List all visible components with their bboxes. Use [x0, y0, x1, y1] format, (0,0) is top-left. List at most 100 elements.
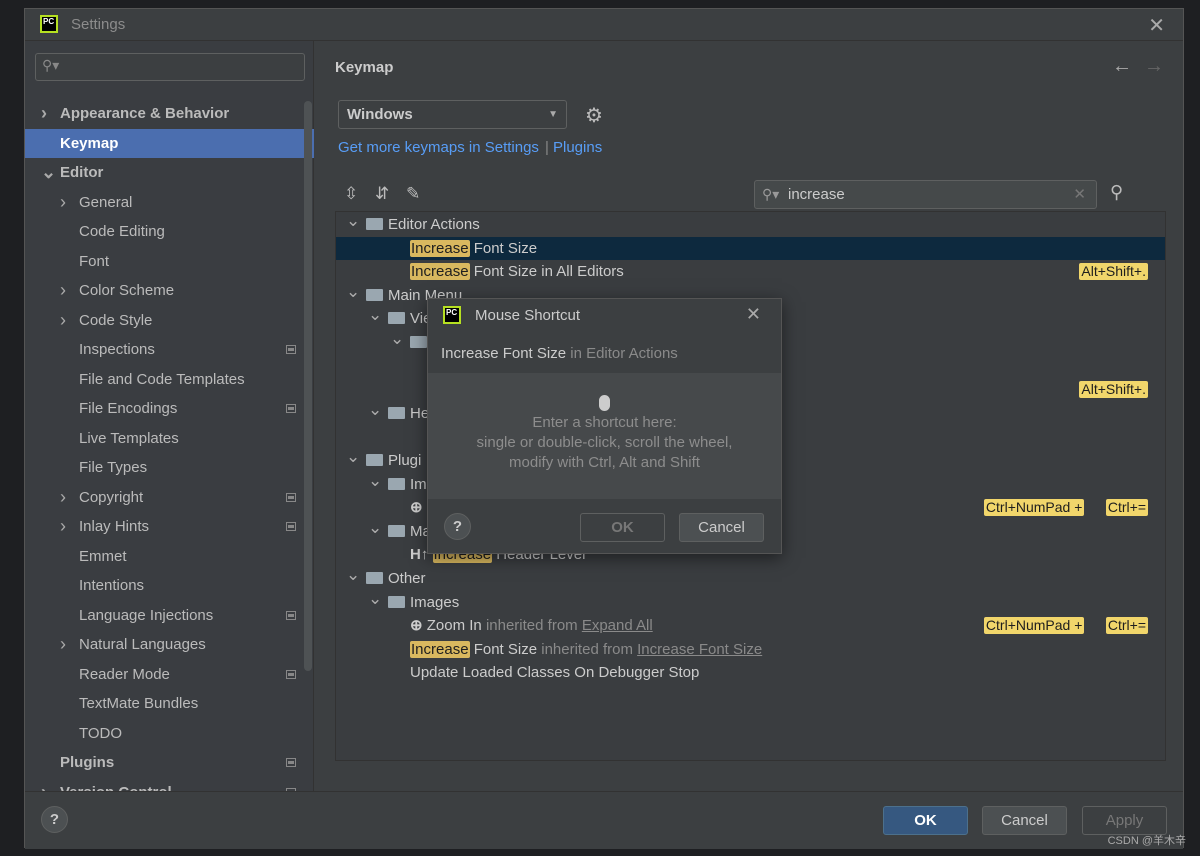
- action-label: Editor Actions: [388, 216, 480, 233]
- plugins-link[interactable]: Plugins: [553, 139, 602, 156]
- ok-button[interactable]: OK: [883, 806, 968, 835]
- sidebar-item[interactable]: ⌄ Editor: [25, 158, 314, 187]
- sidebar-item[interactable]: › Copyright: [25, 483, 314, 512]
- chevron-down-icon[interactable]: ⌄: [390, 327, 404, 351]
- sidebar-item[interactable]: › General: [25, 188, 314, 217]
- zoom-in-icon: ⊕: [410, 617, 427, 635]
- search-match-highlight: Increase: [410, 640, 470, 658]
- action-label: Font Size in All Editors: [469, 263, 624, 281]
- clear-icon[interactable]: ✕: [1073, 181, 1086, 208]
- tree-row[interactable]: ⌄ Other: [336, 565, 1165, 591]
- pycharm-logo-icon: PC: [443, 306, 461, 324]
- sidebar-item[interactable]: Font: [25, 247, 314, 276]
- tree-row[interactable]: ⊕ Zoom In inherited from Expand All Ctrl+…: [336, 614, 1165, 638]
- action-label: Plugi: [388, 452, 422, 469]
- sidebar-item[interactable]: › Color Scheme: [25, 276, 314, 305]
- inherited-action-link[interactable]: Increase Font Size: [637, 641, 762, 658]
- dialog-ok-button[interactable]: OK: [580, 513, 665, 542]
- keymap-value: Windows: [347, 106, 413, 123]
- chevron-right-icon[interactable]: ›: [60, 306, 66, 335]
- sidebar-item[interactable]: File Types: [25, 453, 314, 482]
- cancel-button[interactable]: Cancel: [982, 806, 1067, 835]
- chevron-right-icon[interactable]: ›: [41, 99, 47, 128]
- sidebar-item[interactable]: › Code Style: [25, 306, 314, 335]
- shortcut-capture-area[interactable]: Enter a shortcut here: single or double-…: [428, 373, 781, 499]
- inherited-action-link[interactable]: Expand All: [582, 617, 653, 634]
- dialog-cancel-button[interactable]: Cancel: [679, 513, 764, 542]
- tree-row[interactable]: ⌄ Editor Actions: [336, 212, 1165, 237]
- search-match-highlight: Increase: [410, 263, 470, 281]
- action-name: Increase Font Size: [441, 345, 567, 362]
- chevron-right-icon[interactable]: ›: [60, 188, 66, 217]
- sidebar-item[interactable]: TODO: [25, 719, 314, 748]
- sidebar-item[interactable]: › Natural Languages: [25, 630, 314, 659]
- chevron-right-icon[interactable]: ›: [60, 276, 66, 305]
- chevron-right-icon[interactable]: ›: [60, 512, 66, 541]
- sidebar-item[interactable]: Reader Mode: [25, 660, 314, 689]
- chevron-down-icon[interactable]: ⌄: [346, 563, 360, 587]
- settings-search-input[interactable]: ⚲▾: [35, 53, 305, 81]
- chevron-right-icon[interactable]: ›: [60, 630, 66, 659]
- chevron-down-icon[interactable]: ⌄: [346, 445, 360, 469]
- chevron-down-icon[interactable]: ⌄: [368, 303, 382, 327]
- sidebar-item-label: Editor: [60, 164, 104, 181]
- dialog-help-button[interactable]: ?: [444, 513, 471, 540]
- collapse-all-icon[interactable]: ⇵: [375, 184, 389, 204]
- window-title: Settings: [71, 16, 126, 33]
- sidebar-item-label: File and Code Templates: [79, 370, 245, 388]
- forward-arrow-icon[interactable]: →: [1144, 55, 1164, 78]
- chevron-down-icon[interactable]: ⌄: [346, 212, 360, 233]
- link-separator: |: [545, 139, 549, 156]
- sidebar-item[interactable]: File and Code Templates: [25, 365, 314, 394]
- sidebar-item-label: Code Editing: [79, 223, 165, 240]
- sidebar-scrollbar[interactable]: [304, 101, 312, 671]
- apply-button[interactable]: Apply: [1082, 806, 1167, 835]
- chevron-down-icon[interactable]: ⌄: [41, 158, 56, 187]
- sidebar-item[interactable]: File Encodings: [25, 394, 314, 423]
- sidebar-item[interactable]: Keymap: [25, 128, 314, 158]
- sidebar-item[interactable]: Plugins: [25, 748, 314, 777]
- edit-pencil-icon[interactable]: ✎: [406, 184, 420, 204]
- back-arrow-icon[interactable]: ←: [1112, 55, 1132, 78]
- find-shortcut-icon[interactable]: ⚲: [1110, 182, 1123, 203]
- sidebar-item[interactable]: Language Injections: [25, 601, 314, 630]
- tree-row[interactable]: ⌄ Images: [336, 589, 1165, 615]
- action-label: Zoom In: [426, 617, 482, 635]
- close-icon[interactable]: ✕: [746, 304, 761, 325]
- close-icon[interactable]: ✕: [1148, 13, 1165, 38]
- mouse-icon: [599, 395, 610, 411]
- get-more-keymaps-link[interactable]: Get more keymaps in Settings: [338, 139, 539, 156]
- tree-row[interactable]: Increase Font Size inherited from Increa…: [336, 638, 1165, 662]
- keymap-select[interactable]: Windows ▼: [338, 100, 567, 129]
- sidebar-item[interactable]: › Appearance & Behavior: [25, 99, 314, 128]
- chevron-down-icon[interactable]: ⌄: [368, 516, 382, 540]
- instruction-line: modify with Ctrl, Alt and Shift: [509, 454, 700, 471]
- chevron-right-icon[interactable]: ›: [60, 483, 66, 512]
- tree-row[interactable]: Increase Font Size in All Editors Alt+Shi…: [336, 260, 1165, 284]
- chevron-down-icon[interactable]: ⌄: [368, 398, 382, 422]
- sidebar-item[interactable]: Emmet: [25, 542, 314, 571]
- sidebar-item[interactable]: Inspections: [25, 335, 314, 364]
- chevron-down-icon[interactable]: ⌄: [368, 587, 382, 611]
- help-button[interactable]: ?: [41, 806, 68, 833]
- sidebar-item-label: Intentions: [79, 577, 145, 594]
- sidebar-item[interactable]: Intentions: [25, 571, 314, 600]
- folder-icon: [388, 524, 405, 537]
- watermark: CSDN @羊木辛: [1107, 835, 1186, 847]
- project-settings-icon: [286, 669, 296, 679]
- project-settings-icon: [286, 610, 296, 620]
- action-label: Im: [410, 475, 427, 493]
- chevron-down-icon[interactable]: ⌄: [368, 469, 382, 493]
- keymap-search-input[interactable]: ⚲▾ increase ✕: [754, 180, 1097, 209]
- tree-row[interactable]: Increase Font Size: [336, 236, 1165, 261]
- chevron-down-icon[interactable]: ⌄: [346, 280, 360, 304]
- folder-icon: [366, 572, 383, 584]
- sidebar-item[interactable]: TextMate Bundles: [25, 689, 314, 718]
- sidebar-item[interactable]: Code Editing: [25, 217, 314, 246]
- sidebar-item[interactable]: › Inlay Hints: [25, 512, 314, 541]
- chevron-down-icon: ▼: [548, 109, 558, 120]
- expand-all-icon[interactable]: ⇳: [344, 184, 358, 204]
- sidebar-item[interactable]: Live Templates: [25, 424, 314, 453]
- gear-icon[interactable]: ⚙: [585, 103, 603, 128]
- tree-row[interactable]: Update Loaded Classes On Debugger Stop: [336, 661, 1165, 685]
